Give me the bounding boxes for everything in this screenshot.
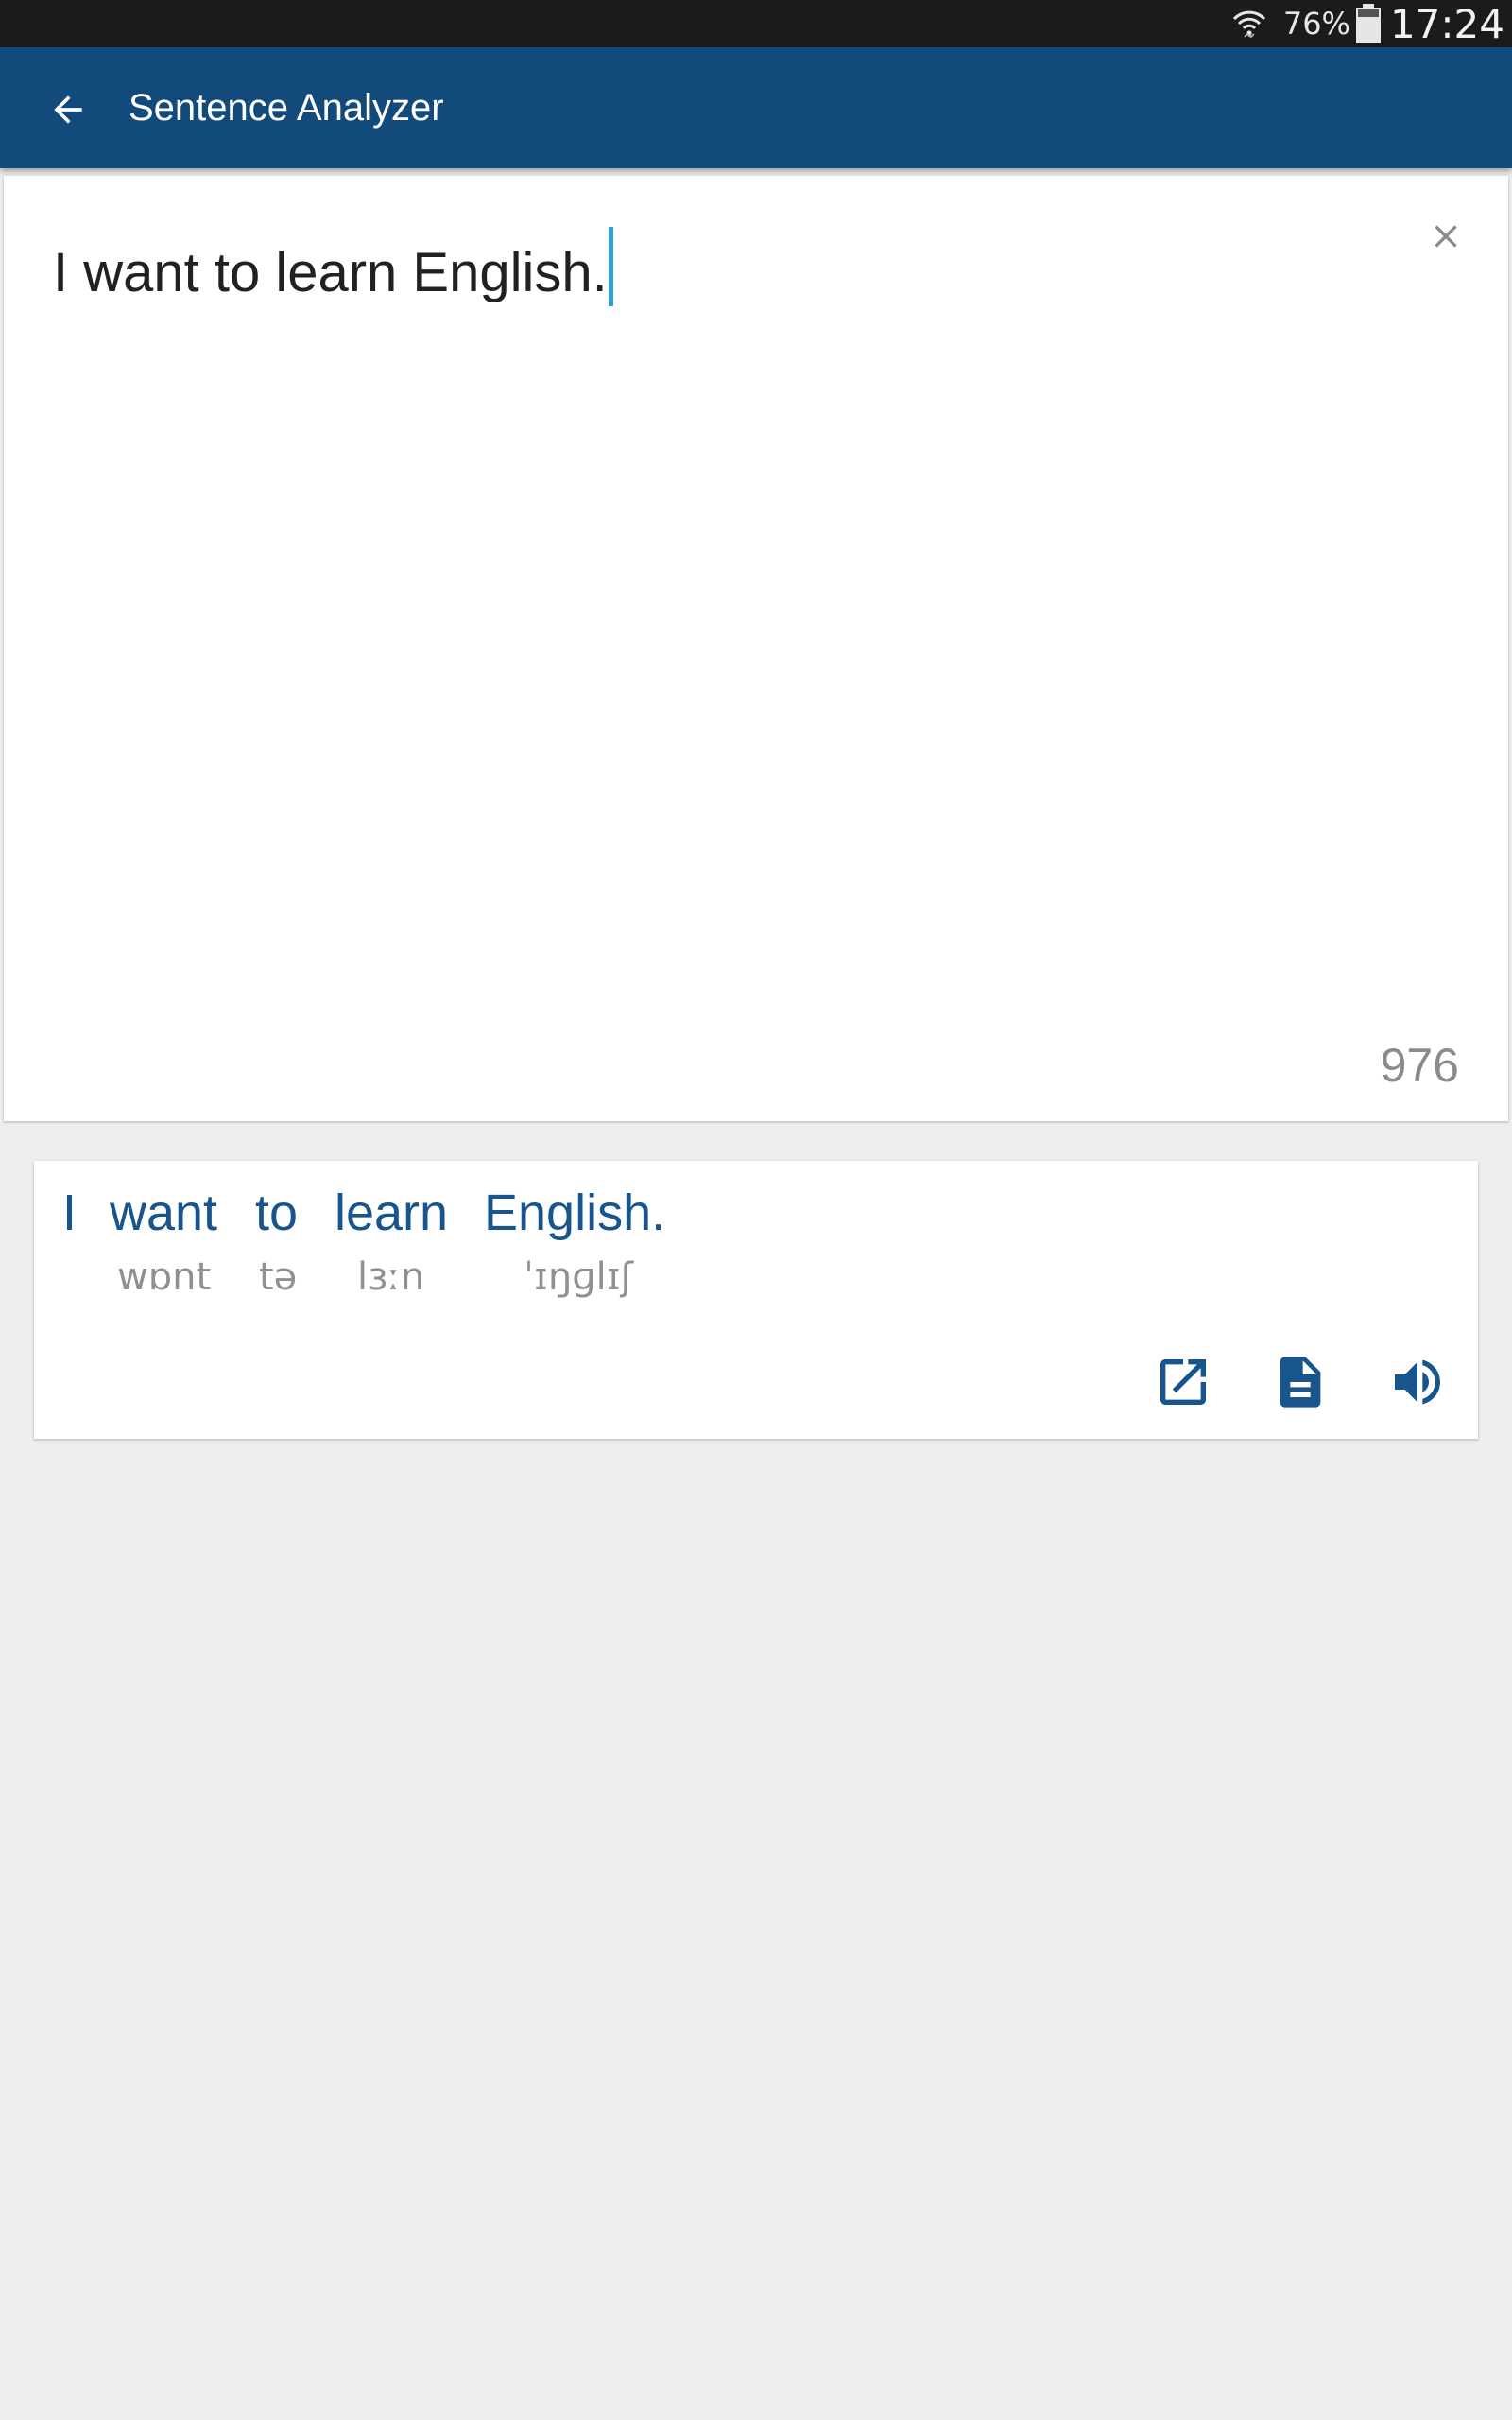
sentence-input[interactable]: I want to learn English. [53, 227, 613, 306]
word-to[interactable]: to [255, 1184, 298, 1242]
wifi-icon [1232, 10, 1265, 39]
document-button[interactable] [1263, 1344, 1338, 1420]
character-counter: 976 [1380, 1039, 1459, 1092]
status-bar: 76% 17:24 [0, 0, 1512, 47]
status-indicators: 76% 17:24 [1230, 0, 1504, 47]
back-button[interactable] [28, 70, 108, 149]
clock: 17:24 [1389, 0, 1504, 47]
document-icon [1280, 1357, 1321, 1408]
volume-up-icon [1395, 1359, 1440, 1405]
battery-percent: 76% [1282, 6, 1350, 42]
phonetic-english: ˈɪŋɡlɪʃ [524, 1255, 634, 1299]
clear-button[interactable] [1416, 206, 1476, 267]
word-i[interactable]: I [62, 1184, 77, 1242]
battery-icon [1355, 4, 1381, 43]
app-bar: Sentence Analyzer [0, 47, 1512, 168]
sentence-input-card: I want to learn English. 976 [4, 176, 1508, 1121]
text-caret [608, 227, 613, 306]
page-title: Sentence Analyzer [129, 87, 444, 129]
open-external-button[interactable] [1145, 1344, 1221, 1420]
phonetic-to: tə [259, 1255, 298, 1299]
open-external-icon [1160, 1359, 1206, 1405]
close-icon [1435, 225, 1457, 248]
phonetic-learn: lɜːn [357, 1255, 425, 1299]
word-english[interactable]: English. [484, 1184, 665, 1242]
word-want[interactable]: want [110, 1184, 217, 1242]
word-learn[interactable]: learn [335, 1184, 448, 1242]
speak-button[interactable] [1380, 1344, 1455, 1420]
phonetic-want: wɒnt [117, 1255, 212, 1299]
analysis-result-card: I want to learn English. wɒnt tə lɜːn ˈɪ… [34, 1161, 1478, 1439]
sentence-input-text: I want to learn English. [53, 242, 608, 303]
arrow-back-icon [54, 95, 82, 124]
